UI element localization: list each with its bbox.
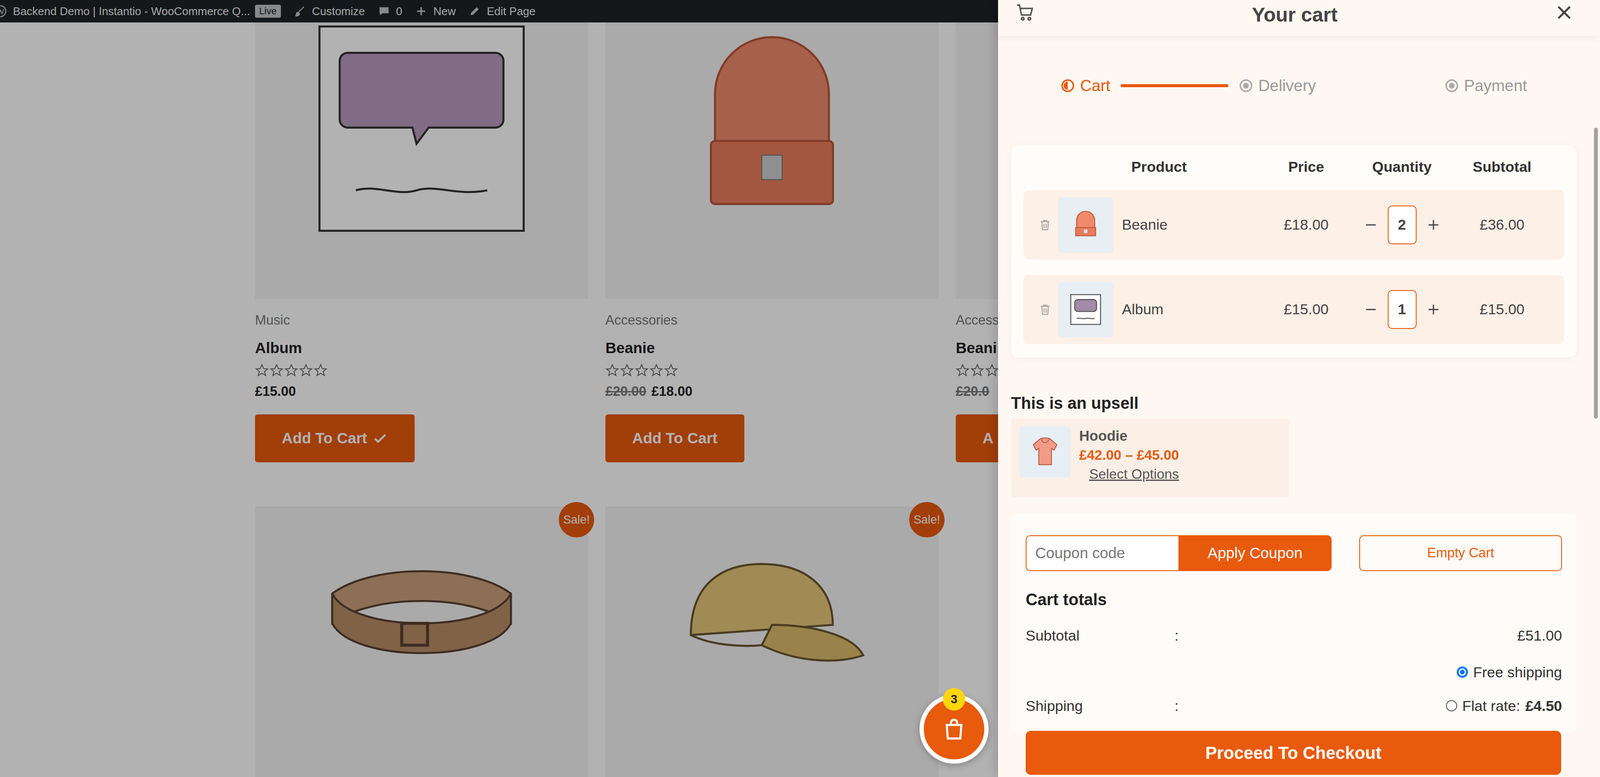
table-row: Album£15.001£15.00 xyxy=(1023,274,1565,344)
product-thumbnail[interactable] xyxy=(1058,197,1114,253)
cart-count-badge: 3 xyxy=(942,687,966,711)
product-name[interactable]: Album xyxy=(1121,298,1260,321)
apply-coupon-button[interactable]: Apply Coupon xyxy=(1178,535,1332,571)
checkout-step[interactable]: Cart xyxy=(1060,73,1111,98)
checkout-step[interactable]: Delivery xyxy=(1238,73,1317,98)
plus-icon[interactable] xyxy=(1426,302,1441,317)
drawer-content: CartDeliveryPaymentProductPriceQuantityS… xyxy=(998,35,1600,777)
table-row: Beanie£18.00 2 £36.00 xyxy=(1023,190,1565,260)
subtotal-label: Subtotal xyxy=(1025,625,1175,645)
column-header: Price xyxy=(1259,158,1353,175)
cart-actions: Apply Coupon Empty Cart Cart totals Subtota… xyxy=(1011,513,1577,733)
coupon-row: Apply Coupon Empty Cart xyxy=(1025,535,1563,571)
cart-table: ProductPriceQuantitySubtotal Beanie£18.00… xyxy=(1011,145,1577,358)
shipping-radio[interactable] xyxy=(1456,666,1468,678)
product-subtotal: £36.00 xyxy=(1451,213,1553,236)
shipping-option[interactable]: Free shipping xyxy=(1200,662,1563,682)
checkout-step[interactable]: Payment xyxy=(1444,73,1528,98)
subtotal-value: £51.00 xyxy=(1200,625,1563,645)
trash-icon[interactable] xyxy=(1032,302,1059,316)
empty-cart-button[interactable]: Empty Cart xyxy=(1359,535,1563,571)
proceed-to-checkout-button[interactable]: Proceed To Checkout xyxy=(1025,730,1562,775)
upsell-info: Hoodie£42.00 – £45.00Select Options xyxy=(1079,426,1179,490)
shipping-row: Shipping: Free shipping Flat rate:£4.50 xyxy=(1025,662,1563,715)
upsell-price: £42.00 – £45.00 xyxy=(1079,445,1179,465)
cart-totals-heading: Cart totals xyxy=(1025,589,1563,610)
upsell-heading: This is an upsell xyxy=(1011,393,1577,413)
coupon-field[interactable] xyxy=(1025,535,1179,571)
cart-icon xyxy=(1015,2,1036,23)
product-thumbnail[interactable] xyxy=(1058,281,1114,338)
cart-drawer: Your cart Cart Delivery Payment ProductPrice… xyxy=(998,0,1600,777)
shipping-amount: £4.50 xyxy=(1525,696,1563,715)
upsell-thumbnail[interactable] xyxy=(1019,426,1071,478)
step-label: Delivery xyxy=(1258,73,1317,98)
subtotal-row: Subtotal:£51.00 xyxy=(1025,625,1563,645)
product-name[interactable]: Beanie xyxy=(1121,213,1260,236)
quantity-value: 1 xyxy=(1398,298,1407,321)
minus-icon[interactable] xyxy=(1363,217,1379,233)
close-icon[interactable] xyxy=(1554,2,1575,23)
drawer-title: Your cart xyxy=(1035,2,1555,27)
drawer-header: Your cart xyxy=(998,0,1600,36)
column-header: Product xyxy=(1058,158,1260,175)
column-header: Subtotal xyxy=(1451,158,1553,175)
product-price: £15.00 xyxy=(1259,298,1353,321)
separator: : xyxy=(1174,625,1201,645)
quantity-field[interactable]: 1 xyxy=(1387,289,1417,329)
shipping-radio[interactable] xyxy=(1445,699,1458,712)
step-progress-line xyxy=(1120,84,1229,88)
step-label: Cart xyxy=(1080,73,1111,98)
step-label: Payment xyxy=(1464,73,1528,98)
half-circle-icon xyxy=(1060,78,1075,93)
circle-icon xyxy=(1444,78,1459,93)
column-header: Quantity xyxy=(1352,158,1452,175)
shopping-bag-icon xyxy=(941,716,967,742)
checkout-footer: Proceed To Checkout xyxy=(1025,730,1562,775)
quantity-value: 2 xyxy=(1398,213,1407,236)
plus-icon[interactable] xyxy=(1426,217,1441,233)
upsell-name[interactable]: Hoodie xyxy=(1079,426,1179,446)
shipping-option-label: Flat rate: xyxy=(1462,696,1521,715)
quantity-field[interactable]: 2 xyxy=(1387,205,1417,245)
scrollbar[interactable] xyxy=(1593,127,1598,419)
product-price: £18.00 xyxy=(1259,213,1353,236)
circle-icon xyxy=(1238,78,1254,93)
shipping-option-label: Free shipping xyxy=(1473,662,1563,682)
trash-icon[interactable] xyxy=(1032,218,1059,232)
table-header: ProductPriceQuantitySubtotal xyxy=(1023,158,1565,175)
select-options-link[interactable]: Select Options xyxy=(1079,464,1179,484)
floating-cart-button[interactable]: 3 xyxy=(919,694,989,764)
step-progress-line xyxy=(1326,84,1435,88)
shipping-label: Shipping xyxy=(1025,696,1175,715)
quantity-control: 2 xyxy=(1352,205,1452,245)
product-subtotal: £15.00 xyxy=(1451,298,1553,321)
quantity-control: 1 xyxy=(1352,289,1452,329)
separator: : xyxy=(1174,696,1201,715)
minus-icon[interactable] xyxy=(1363,302,1379,317)
shipping-options: Free shipping Flat rate:£4.50 xyxy=(1200,662,1563,715)
shipping-option[interactable]: Flat rate:£4.50 xyxy=(1200,696,1563,715)
upsell-card: Hoodie£42.00 – £45.00Select Options xyxy=(1011,418,1289,498)
checkout-steps: Cart Delivery Payment xyxy=(1011,35,1577,98)
